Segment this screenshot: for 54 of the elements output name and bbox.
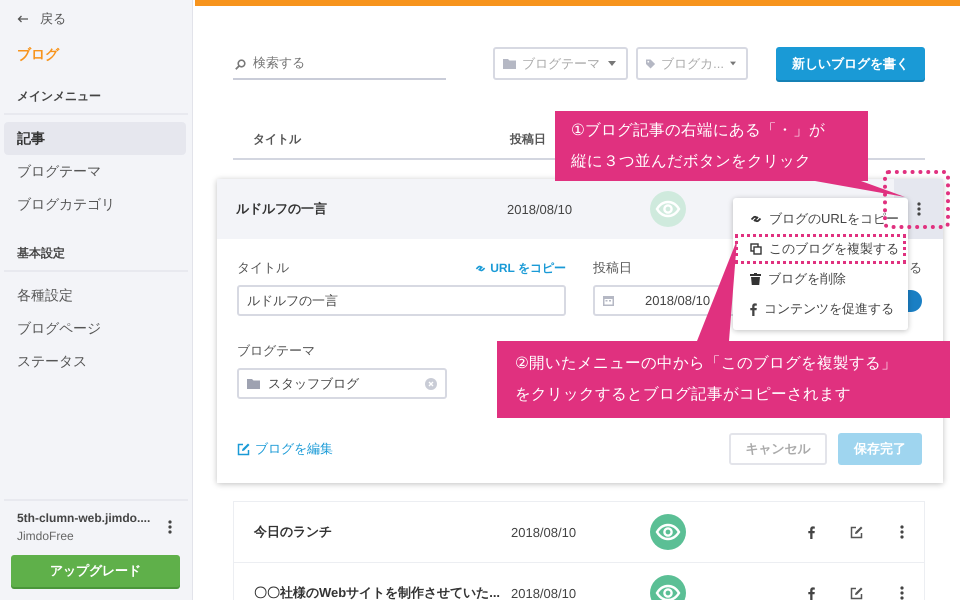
field-label: ブログテーマ [237, 342, 315, 360]
sidebar-item[interactable]: 各種設定 [4, 279, 186, 312]
field-label: る [909, 259, 922, 277]
sidebar-item[interactable]: ステータス [4, 345, 186, 378]
back-arrow-icon[interactable] [17, 15, 28, 23]
search-field[interactable]: 検索する [233, 48, 446, 80]
post-title: 〇〇社様のWebサイトを制作させていた... [254, 584, 502, 600]
trash-icon [750, 273, 761, 285]
caret-icon [608, 61, 616, 66]
section-heading: 基本設定 [4, 245, 188, 272]
sidebar-item[interactable]: ブログページ [4, 312, 186, 345]
facebook-icon[interactable] [808, 586, 815, 600]
edit-icon[interactable] [237, 442, 250, 456]
menu-item[interactable]: コンテンツを促進する [735, 294, 906, 324]
post-date: 2018/08/10 [507, 202, 574, 216]
sidebar-item[interactable]: ブログカテゴリ [4, 188, 186, 221]
more-icon[interactable] [900, 525, 904, 539]
menu-item[interactable]: このブログを複製する [735, 234, 906, 264]
field-label: タイトル [237, 259, 289, 277]
more-icon[interactable] [900, 586, 904, 600]
column-header[interactable]: タイトル [253, 130, 510, 148]
search-icon [235, 58, 246, 70]
more-icon[interactable] [916, 202, 920, 216]
title-input[interactable]: ルドルフの一言 [237, 285, 566, 316]
folder-icon [247, 378, 260, 389]
folder-icon [503, 58, 516, 69]
link-icon [750, 213, 762, 225]
post-row[interactable]: 今日のランチ 2018/08/10 [233, 501, 925, 563]
post-title: 今日のランチ [254, 523, 333, 541]
post-row[interactable]: 〇〇社様のWebサイトを制作させていた... 2018/08/10 [233, 562, 925, 600]
calendar-icon [603, 295, 614, 306]
facebook-icon[interactable] [750, 302, 757, 316]
sidebar-item[interactable]: 記事 [4, 122, 186, 155]
post-title: ルドルフの一言 [236, 200, 328, 218]
link-icon [475, 262, 486, 274]
menu-item[interactable]: ブログを削除 [735, 264, 906, 294]
back-link[interactable]: 戻る [40, 10, 66, 28]
caret-icon [730, 61, 736, 66]
facebook-icon[interactable] [808, 526, 815, 538]
menu-item[interactable]: ブログのURLをコピー [735, 204, 906, 234]
edit-icon[interactable] [850, 586, 863, 600]
site-name: 5th-clumn-web.jimdo.... [17, 511, 152, 525]
site-plan: JimdoFree [17, 529, 75, 543]
tag-icon [646, 58, 656, 70]
section-heading: メインメニュー [4, 88, 188, 115]
post-date: 2018/08/10 [511, 524, 578, 540]
site-more-icon[interactable] [168, 520, 172, 534]
post-date: 2018/08/10 [511, 586, 578, 600]
field-label: 投稿日 [593, 259, 632, 277]
copy-icon [750, 243, 762, 255]
theme-select[interactable]: スタッフブログ [237, 368, 447, 399]
sidebar-title: ブログ [16, 45, 60, 64]
edit-icon[interactable] [850, 526, 863, 538]
sidebar-item[interactable]: ブログテーマ [4, 155, 186, 188]
